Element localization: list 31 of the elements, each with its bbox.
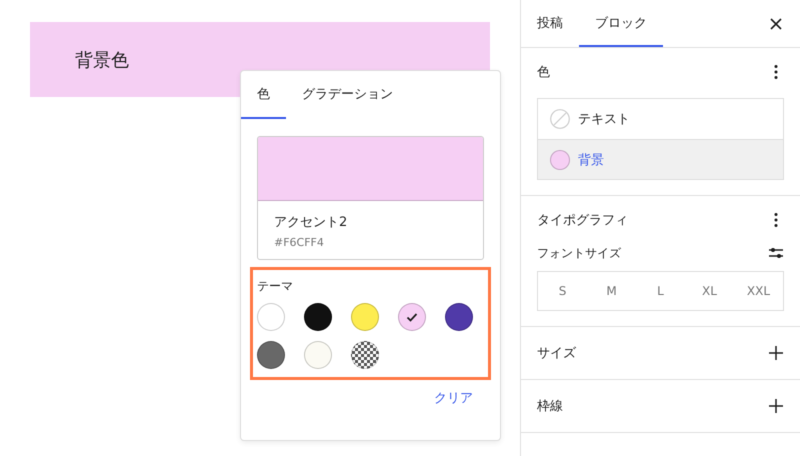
font-size-option[interactable]: S — [538, 272, 587, 310]
popover-tab[interactable]: 色 — [241, 71, 286, 119]
font-size-option[interactable]: XL — [685, 272, 734, 310]
font-size-label: フォントサイズ — [537, 244, 621, 262]
block-text: 背景色 — [75, 48, 129, 72]
palette-label: テーマ — [257, 278, 294, 295]
font-size-option[interactable]: XXL — [734, 272, 783, 310]
no-color-icon — [550, 109, 570, 129]
color-swatch[interactable] — [445, 303, 473, 331]
font-size-option[interactable]: M — [587, 272, 636, 310]
color-swatch[interactable] — [351, 303, 379, 331]
color-swatch[interactable] — [304, 341, 332, 369]
color-setting-item[interactable]: 背景 — [538, 139, 783, 179]
plus-icon[interactable] — [768, 397, 784, 415]
color-name: アクセント2 — [274, 214, 348, 231]
color-swatch[interactable] — [257, 303, 285, 331]
font-size-option[interactable]: L — [636, 272, 685, 310]
color-swatch[interactable] — [398, 303, 426, 331]
panel-title: タイポグラフィ — [537, 212, 628, 229]
clear-button[interactable]: クリア — [434, 389, 473, 407]
transparent-swatch[interactable] — [351, 341, 379, 369]
sidebar-tab[interactable]: ブロック — [579, 0, 663, 47]
color-swatch[interactable] — [257, 341, 285, 369]
panel-title: サイズ — [537, 345, 576, 362]
sidebar-tab[interactable]: 投稿 — [521, 0, 579, 47]
color-swatch[interactable] — [304, 303, 332, 331]
plus-icon[interactable] — [768, 344, 784, 362]
panel-title: 色 — [537, 64, 550, 81]
panel-title: 枠線 — [537, 398, 563, 415]
color-hex: #F6CFF4 — [274, 236, 325, 249]
close-icon[interactable] — [768, 16, 784, 32]
